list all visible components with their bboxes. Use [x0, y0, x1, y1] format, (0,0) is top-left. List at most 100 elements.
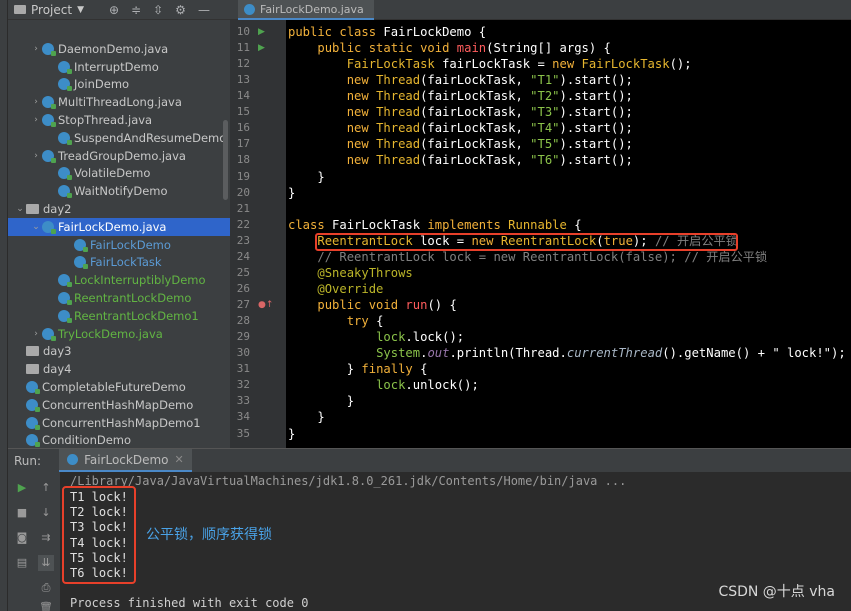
- tree-folder[interactable]: ⌄ day2: [8, 200, 230, 218]
- code-line[interactable]: }: [288, 409, 324, 425]
- tree-item[interactable]: SuspendAndResumeDemo: [8, 129, 230, 147]
- line-number: 29: [236, 330, 250, 344]
- tab-run-fairlockdemo[interactable]: FairLockDemo ✕: [59, 449, 192, 472]
- code-line[interactable]: new Thread(fairLockTask, "T5").start();: [288, 136, 633, 152]
- stop-icon[interactable]: ■: [14, 505, 30, 521]
- soft-wrap-icon[interactable]: ⇉: [38, 530, 54, 546]
- down-arrow-icon[interactable]: ↓: [38, 505, 54, 521]
- tree-item[interactable]: ConcurrentHashMapDemo1: [8, 414, 230, 432]
- code-line[interactable]: new Thread(fairLockTask, "T4").start();: [288, 120, 633, 136]
- tree-item[interactable]: › DaemonDemo.java: [8, 40, 230, 58]
- camera-icon[interactable]: ◙: [14, 530, 30, 546]
- chevron-right-icon[interactable]: ›: [30, 329, 42, 339]
- code-line[interactable]: @Override: [288, 281, 383, 297]
- hide-icon[interactable]: —: [198, 3, 210, 17]
- code-token: fairLockTask =: [442, 57, 553, 72]
- run-tab-label: FairLockDemo: [84, 452, 169, 467]
- trash-icon[interactable]: 🗑: [38, 600, 54, 611]
- tree-item[interactable]: ReentrantLockDemo: [8, 289, 230, 307]
- tree-item-label: ReentrantLockDemo: [74, 291, 192, 306]
- code-line[interactable]: }: [288, 426, 295, 442]
- code-line[interactable]: new Thread(fairLockTask, "T1").start();: [288, 72, 633, 88]
- run-gutter-icon[interactable]: ▶: [258, 24, 265, 40]
- tree-item[interactable]: JoinDemo: [8, 76, 230, 94]
- collapse-all-icon[interactable]: ≑: [131, 3, 141, 17]
- tree-item[interactable]: › TryLockDemo.java: [8, 325, 230, 343]
- tree-folder[interactable]: day3: [8, 343, 230, 361]
- code-token: }: [288, 185, 296, 200]
- locate-icon[interactable]: ⊕: [109, 3, 119, 17]
- print-icon[interactable]: ⎙: [38, 580, 54, 596]
- tree-item-label: InterruptDemo: [74, 59, 159, 74]
- chevron-right-icon[interactable]: ›: [30, 97, 42, 107]
- scroll-to-end-icon[interactable]: ⇊: [38, 555, 54, 571]
- tree-item[interactable]: VolatileDemo: [8, 165, 230, 183]
- expand-all-icon[interactable]: ⇳: [153, 3, 163, 17]
- code-line[interactable]: class FairLockTask implements Runnable {: [288, 217, 582, 233]
- java-class-icon: [58, 309, 72, 323]
- code-line[interactable]: lock.lock();: [288, 329, 464, 345]
- code-line[interactable]: @SneakyThrows: [288, 265, 412, 281]
- tree-item[interactable]: InterruptDemo: [8, 58, 230, 76]
- code-line[interactable]: // ReentrantLock lock = new ReentrantLoc…: [288, 249, 767, 265]
- tree-folder[interactable]: day4: [8, 360, 230, 378]
- code-line[interactable]: try {: [288, 313, 384, 329]
- code-line[interactable]: public static void main(String[] args) {: [288, 40, 611, 56]
- chevron-right-icon[interactable]: ›: [30, 44, 42, 54]
- tree-item[interactable]: CompletableFutureDemo: [8, 378, 230, 396]
- code-line[interactable]: lock.unlock();: [288, 377, 479, 393]
- tree-scrollbar[interactable]: [223, 120, 228, 200]
- code-line[interactable]: } finally {: [288, 361, 428, 377]
- code-line[interactable]: }: [288, 185, 295, 201]
- code-token: " lock!": [772, 346, 832, 361]
- tree-item[interactable]: ⌄ FairLockDemo.java: [8, 217, 230, 236]
- gear-icon[interactable]: ⚙: [175, 3, 186, 17]
- tab-fairlockdemo[interactable]: FairLockDemo.java: [238, 0, 374, 20]
- tree-item[interactable]: › TreadGroupDemo.java: [8, 147, 230, 165]
- project-title[interactable]: Project: [31, 3, 72, 17]
- code-line[interactable]: FairLockTask fairLockTask = new FairLock…: [288, 56, 692, 72]
- code-token: "T1": [530, 73, 560, 88]
- folder-icon: [14, 5, 26, 14]
- chevron-down-icon[interactable]: ⌄: [14, 204, 26, 214]
- run-gutter-icon[interactable]: ▶: [258, 40, 265, 56]
- up-arrow-icon[interactable]: ↑: [38, 480, 54, 496]
- java-class-icon: [244, 4, 255, 15]
- chevron-down-icon[interactable]: ▼: [77, 5, 84, 15]
- implements-gutter-icon[interactable]: ●↑: [258, 297, 273, 313]
- layout-icon[interactable]: ▤: [14, 555, 30, 571]
- code-line[interactable]: new Thread(fairLockTask, "T2").start();: [288, 88, 633, 104]
- tree-item[interactable]: › MultiThreadLong.java: [8, 93, 230, 111]
- code-line[interactable]: public class FairLockDemo {: [288, 24, 486, 40]
- line-number: 11: [236, 41, 250, 55]
- chevron-right-icon[interactable]: ›: [30, 115, 42, 125]
- line-number: 33: [236, 394, 250, 408]
- chevron-right-icon[interactable]: ›: [30, 151, 42, 161]
- code-line[interactable]: new Thread(fairLockTask, "T3").start();: [288, 104, 633, 120]
- code-token: Thread: [376, 105, 421, 120]
- tree-item[interactable]: ConditionDemo: [8, 432, 230, 448]
- tree-item[interactable]: › StopThread.java: [8, 111, 230, 129]
- tree-item[interactable]: FairLockTask: [8, 254, 230, 272]
- tree-item[interactable]: FairLockDemo: [8, 236, 230, 254]
- code-editor[interactable]: 10 ▶ 11 ▶ 12 13 14 15 16 17 18 19 20 21 22 23 24 25 26 27 ●↑…: [230, 20, 851, 448]
- code-line[interactable]: System.out.println(Thread.currentThread(…: [288, 345, 846, 361]
- code-line[interactable]: public void run() {: [288, 297, 456, 313]
- tree-item-label: ConditionDemo: [42, 433, 132, 448]
- code-token: {: [420, 362, 428, 377]
- tree-item-label: day4: [43, 362, 72, 377]
- tree-item[interactable]: WaitNotifyDemo: [8, 182, 230, 200]
- code-line[interactable]: }: [288, 393, 354, 409]
- tree-item[interactable]: LockInterruptiblyDemo: [8, 271, 230, 289]
- tree-item[interactable]: ConcurrentHashMapDemo: [8, 396, 230, 414]
- tree-item[interactable]: ReentrantLockDemo1: [8, 307, 230, 325]
- close-icon[interactable]: ✕: [175, 453, 184, 466]
- code-line[interactable]: new Thread(fairLockTask, "T6").start();: [288, 152, 633, 168]
- code-token: .println(Thread.: [449, 346, 567, 361]
- code-line[interactable]: }: [288, 169, 324, 185]
- chevron-down-icon[interactable]: ⌄: [30, 222, 42, 232]
- rerun-icon[interactable]: ▶: [14, 480, 30, 496]
